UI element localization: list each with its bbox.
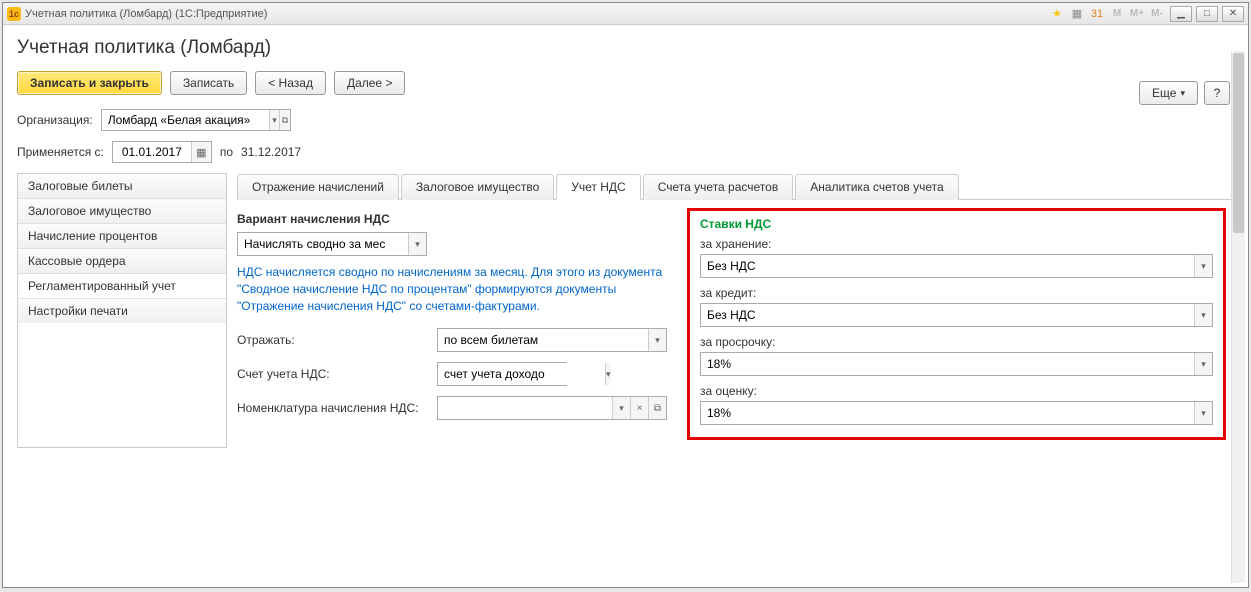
- period-row: Применяется с: ▦ по 31.12.2017: [17, 141, 1234, 163]
- nds-variant-label: Вариант начисления НДС: [237, 212, 667, 226]
- rates-title: Ставки НДС: [700, 217, 1213, 231]
- tab-reflection[interactable]: Отражение начислений: [237, 174, 399, 200]
- more-button[interactable]: Еще: [1139, 81, 1198, 105]
- dropdown-icon[interactable]: ▾: [1194, 402, 1212, 424]
- save-button[interactable]: Записать: [170, 71, 247, 95]
- tab-accounts[interactable]: Счета учета расчетов: [643, 174, 793, 200]
- detail-panel: Отражение начислений Залоговое имущество…: [237, 173, 1234, 448]
- period-from-label: Применяется с:: [17, 145, 104, 159]
- nomen-input[interactable]: [438, 397, 612, 419]
- page-title: Учетная политика (Ломбард): [17, 37, 1234, 59]
- vertical-scrollbar[interactable]: [1231, 51, 1245, 583]
- scroll-thumb[interactable]: [1233, 53, 1244, 233]
- credit-rate-select[interactable]: ▾: [700, 303, 1213, 327]
- sidebar: Залоговые билеты Залоговое имущество Нач…: [17, 173, 227, 448]
- nds-right-column: Ставки НДС за хранение: ▾ за кредит: ▾: [687, 212, 1226, 440]
- nds-variant-select[interactable]: ▾: [237, 232, 427, 256]
- dropdown-icon[interactable]: ▾: [1194, 255, 1212, 277]
- tab-nds[interactable]: Учет НДС: [556, 174, 640, 200]
- nomen-row: Номенклатура начисления НДС: ▾ × ⧉: [237, 396, 667, 420]
- memory-mplus-icon[interactable]: M+: [1128, 6, 1146, 22]
- back-button[interactable]: < Назад: [255, 71, 326, 95]
- date-from[interactable]: ▦: [112, 141, 212, 163]
- organization-combo[interactable]: ▾ ⧉: [101, 109, 291, 131]
- main-area: Залоговые билеты Залоговое имущество Нач…: [17, 173, 1234, 448]
- dropdown-icon[interactable]: ▾: [1194, 304, 1212, 326]
- nds-variant-input[interactable]: [238, 233, 408, 255]
- reflect-label: Отражать:: [237, 333, 437, 347]
- minimize-button[interactable]: ▁: [1170, 6, 1192, 22]
- open-ref-icon[interactable]: ⧉: [279, 110, 290, 130]
- sidebar-item-tickets[interactable]: Залоговые билеты: [18, 174, 226, 199]
- save-close-button[interactable]: Записать и закрыть: [17, 71, 162, 95]
- dropdown-icon[interactable]: ▾: [408, 233, 426, 255]
- open-ref-icon[interactable]: ⧉: [648, 397, 666, 419]
- appraisal-rate-select[interactable]: ▾: [700, 401, 1213, 425]
- titlebar-actions: ★ ▦ 31 M M+ M- ▁ □ ✕: [1048, 6, 1248, 22]
- content-area: Учетная политика (Ломбард) Записать и за…: [3, 25, 1248, 587]
- sidebar-item-regulated[interactable]: Регламентированный учет: [18, 274, 226, 299]
- organization-row: Организация: ▾ ⧉: [17, 109, 1234, 131]
- account-input[interactable]: [438, 363, 605, 385]
- sidebar-item-print[interactable]: Настройки печати: [18, 299, 226, 323]
- tab-content: Вариант начисления НДС ▾ НДС начисляется…: [237, 200, 1234, 448]
- reflect-input[interactable]: [438, 329, 648, 351]
- organization-label: Организация:: [17, 113, 93, 127]
- account-row: Счет учета НДС: ▾: [237, 362, 667, 386]
- nds-left-column: Вариант начисления НДС ▾ НДС начисляется…: [237, 212, 667, 440]
- credit-rate-label: за кредит:: [700, 286, 1213, 300]
- memory-m-icon[interactable]: M: [1108, 6, 1126, 22]
- memory-mminus-icon[interactable]: M-: [1148, 6, 1166, 22]
- overdue-rate-input[interactable]: [701, 353, 1194, 375]
- tab-collateral[interactable]: Залоговое имущество: [401, 174, 554, 200]
- storage-rate-label: за хранение:: [700, 237, 1213, 251]
- calendar-icon[interactable]: 31: [1088, 6, 1106, 22]
- close-button[interactable]: ✕: [1222, 6, 1244, 22]
- window-title: Учетная политика (Ломбард) (1С:Предприят…: [25, 8, 267, 20]
- maximize-button[interactable]: □: [1196, 6, 1218, 22]
- help-button[interactable]: ?: [1204, 81, 1230, 105]
- account-label: Счет учета НДС:: [237, 367, 437, 381]
- reflect-select[interactable]: ▾: [437, 328, 667, 352]
- app-icon: 1c: [7, 7, 21, 21]
- nds-info-text: НДС начисляется сводно по начислениям за…: [237, 264, 667, 314]
- dropdown-icon[interactable]: ▾: [648, 329, 666, 351]
- sidebar-item-cash[interactable]: Кассовые ордера: [18, 249, 226, 274]
- toolbar: Записать и закрыть Записать < Назад Дале…: [17, 71, 1234, 95]
- tabs: Отражение начислений Залоговое имущество…: [237, 173, 1234, 200]
- storage-rate-select[interactable]: ▾: [700, 254, 1213, 278]
- date-from-input[interactable]: [113, 145, 191, 159]
- tab-analytics[interactable]: Аналитика счетов учета: [795, 174, 958, 200]
- titlebar: 1c Учетная политика (Ломбард) (1С:Предпр…: [3, 3, 1248, 25]
- storage-rate-input[interactable]: [701, 255, 1194, 277]
- appraisal-rate-label: за оценку:: [700, 384, 1213, 398]
- account-select[interactable]: ▾: [437, 362, 567, 386]
- sidebar-item-interest[interactable]: Начисление процентов: [18, 224, 226, 249]
- nomen-select[interactable]: ▾ × ⧉: [437, 396, 667, 420]
- calculator-icon[interactable]: ▦: [1068, 6, 1086, 22]
- overdue-rate-label: за просрочку:: [700, 335, 1213, 349]
- forward-button[interactable]: Далее >: [334, 71, 406, 95]
- sidebar-item-collateral[interactable]: Залоговое имущество: [18, 199, 226, 224]
- credit-rate-input[interactable]: [701, 304, 1194, 326]
- dropdown-icon[interactable]: ▾: [612, 397, 630, 419]
- appraisal-rate-input[interactable]: [701, 402, 1194, 424]
- rates-highlight-box: Ставки НДС за хранение: ▾ за кредит: ▾: [687, 208, 1226, 440]
- period-to-label: по: [220, 145, 233, 159]
- overdue-rate-select[interactable]: ▾: [700, 352, 1213, 376]
- favorite-icon[interactable]: ★: [1048, 6, 1066, 22]
- nomen-label: Номенклатура начисления НДС:: [237, 401, 437, 415]
- dropdown-icon[interactable]: ▾: [605, 363, 611, 385]
- organization-input[interactable]: [102, 110, 269, 130]
- reflect-row: Отражать: ▾: [237, 328, 667, 352]
- window-frame: 1c Учетная политика (Ломбард) (1С:Предпр…: [2, 2, 1249, 588]
- period-to-value: 31.12.2017: [241, 145, 301, 159]
- clear-icon[interactable]: ×: [630, 397, 648, 419]
- dropdown-icon[interactable]: ▾: [1194, 353, 1212, 375]
- dropdown-icon[interactable]: ▾: [269, 110, 280, 130]
- calendar-picker-icon[interactable]: ▦: [191, 142, 211, 162]
